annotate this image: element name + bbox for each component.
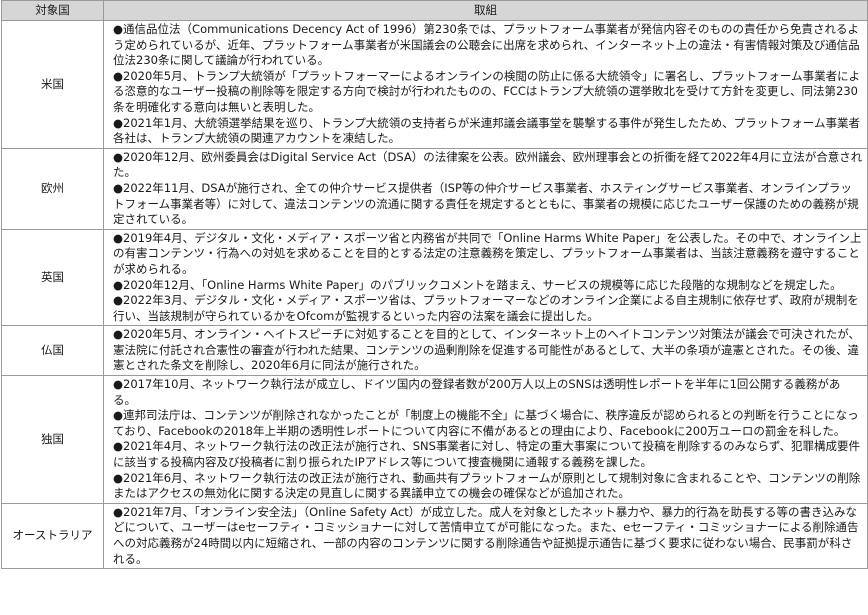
list-item: ●2020年5月、オンライン・ヘイトスピーチに対処することを目的として、インター… [113, 327, 860, 373]
content-cell: ●2021年7月、「オンライン安全法」（Online Safety Act）が成… [103, 502, 868, 570]
table-row-us: 米国 ●通信品位法（Communications Decency Act of … [1, 20, 868, 149]
list-item: ●2019年4月、デジタル・文化・メディア・スポーツ省と内務省が共同で「Onli… [113, 230, 862, 276]
country-cell: 英国 [1, 228, 104, 327]
list-item: ●2021年6月、ネットワーク執行法の改正法が施行され、動画共有プラットフォーム… [113, 470, 861, 501]
list-item: ●2021年7月、「オンライン安全法」（Online Safety Act）が成… [113, 504, 859, 566]
policy-table: 対象国 取組 米国 ●通信品位法（Communications Decency … [1, 0, 868, 570]
list-item: ●2021年1月、大統領選挙結果を巡り、トランプ大統領の支持者らが米連邦議会議事… [113, 115, 860, 146]
list-item: ●2020年12月、「Online Harms White Paper」のパブリ… [113, 277, 842, 292]
country-cell: 米国 [1, 20, 104, 149]
table-row-au: オーストラリア ●2021年7月、「オンライン安全法」（Online Safet… [1, 502, 868, 570]
list-item: ●連邦司法庁は、コンテンツが削除されなかったことが「制度上の機能不全」に基づく場… [113, 408, 859, 438]
country-cell: 欧州 [1, 147, 104, 230]
header-country: 対象国 [1, 0, 104, 21]
table-row-fr: 仏国 ●2020年5月、オンライン・ヘイトスピーチに対処することを目的として、イ… [1, 325, 868, 377]
list-item: ●2020年5月、トランプ大統領が「プラットフォーマーによるオンラインの検閲の防… [113, 68, 861, 114]
table-header-row: 対象国 取組 [1, 0, 868, 21]
table-row-de: 独国 ●2017年10月、ネットワーク執行法が成立し、ドイツ国内の登録者数が20… [1, 375, 868, 504]
list-item: ●通信品位法（Communications Decency Act of 199… [113, 22, 860, 68]
content-cell: ●通信品位法（Communications Decency Act of 199… [103, 20, 868, 149]
list-item: ●2020年12月、欧州委員会はDigital Service Act（DSA）… [113, 149, 863, 180]
list-item: ●2022年11月、DSAが施行され、全ての仲介サービス提供者（ISP等の仲介サ… [113, 180, 859, 227]
country-cell: 仏国 [1, 325, 104, 377]
list-item: ●2017年10月、ネットワーク執行法が成立し、ドイツ国内の登録者数が200万人… [113, 377, 841, 407]
header-content: 取組 [103, 0, 868, 21]
content-cell: ●2017年10月、ネットワーク執行法が成立し、ドイツ国内の登録者数が200万人… [103, 375, 868, 504]
country-cell: オーストラリア [1, 502, 104, 570]
list-item: ●2022年3月、デジタル・文化・メディア・スポーツ省は、プラットフォーマーなど… [113, 293, 859, 323]
list-item: ●2021年4月、ネットワーク執行法の改正法が施行され、SNS事業者に対し、特定… [113, 439, 861, 470]
table-row-eu: 欧州 ●2020年12月、欧州委員会はDigital Service Act（D… [1, 147, 868, 230]
content-cell: ●2020年12月、欧州委員会はDigital Service Act（DSA）… [103, 147, 868, 230]
content-cell: ●2019年4月、デジタル・文化・メディア・スポーツ省と内務省が共同で「Onli… [103, 228, 868, 327]
content-cell: ●2020年5月、オンライン・ヘイトスピーチに対処することを目的として、インター… [103, 325, 868, 377]
country-cell: 独国 [1, 375, 104, 504]
table-row-uk: 英国 ●2019年4月、デジタル・文化・メディア・スポーツ省と内務省が共同で「O… [1, 228, 868, 327]
